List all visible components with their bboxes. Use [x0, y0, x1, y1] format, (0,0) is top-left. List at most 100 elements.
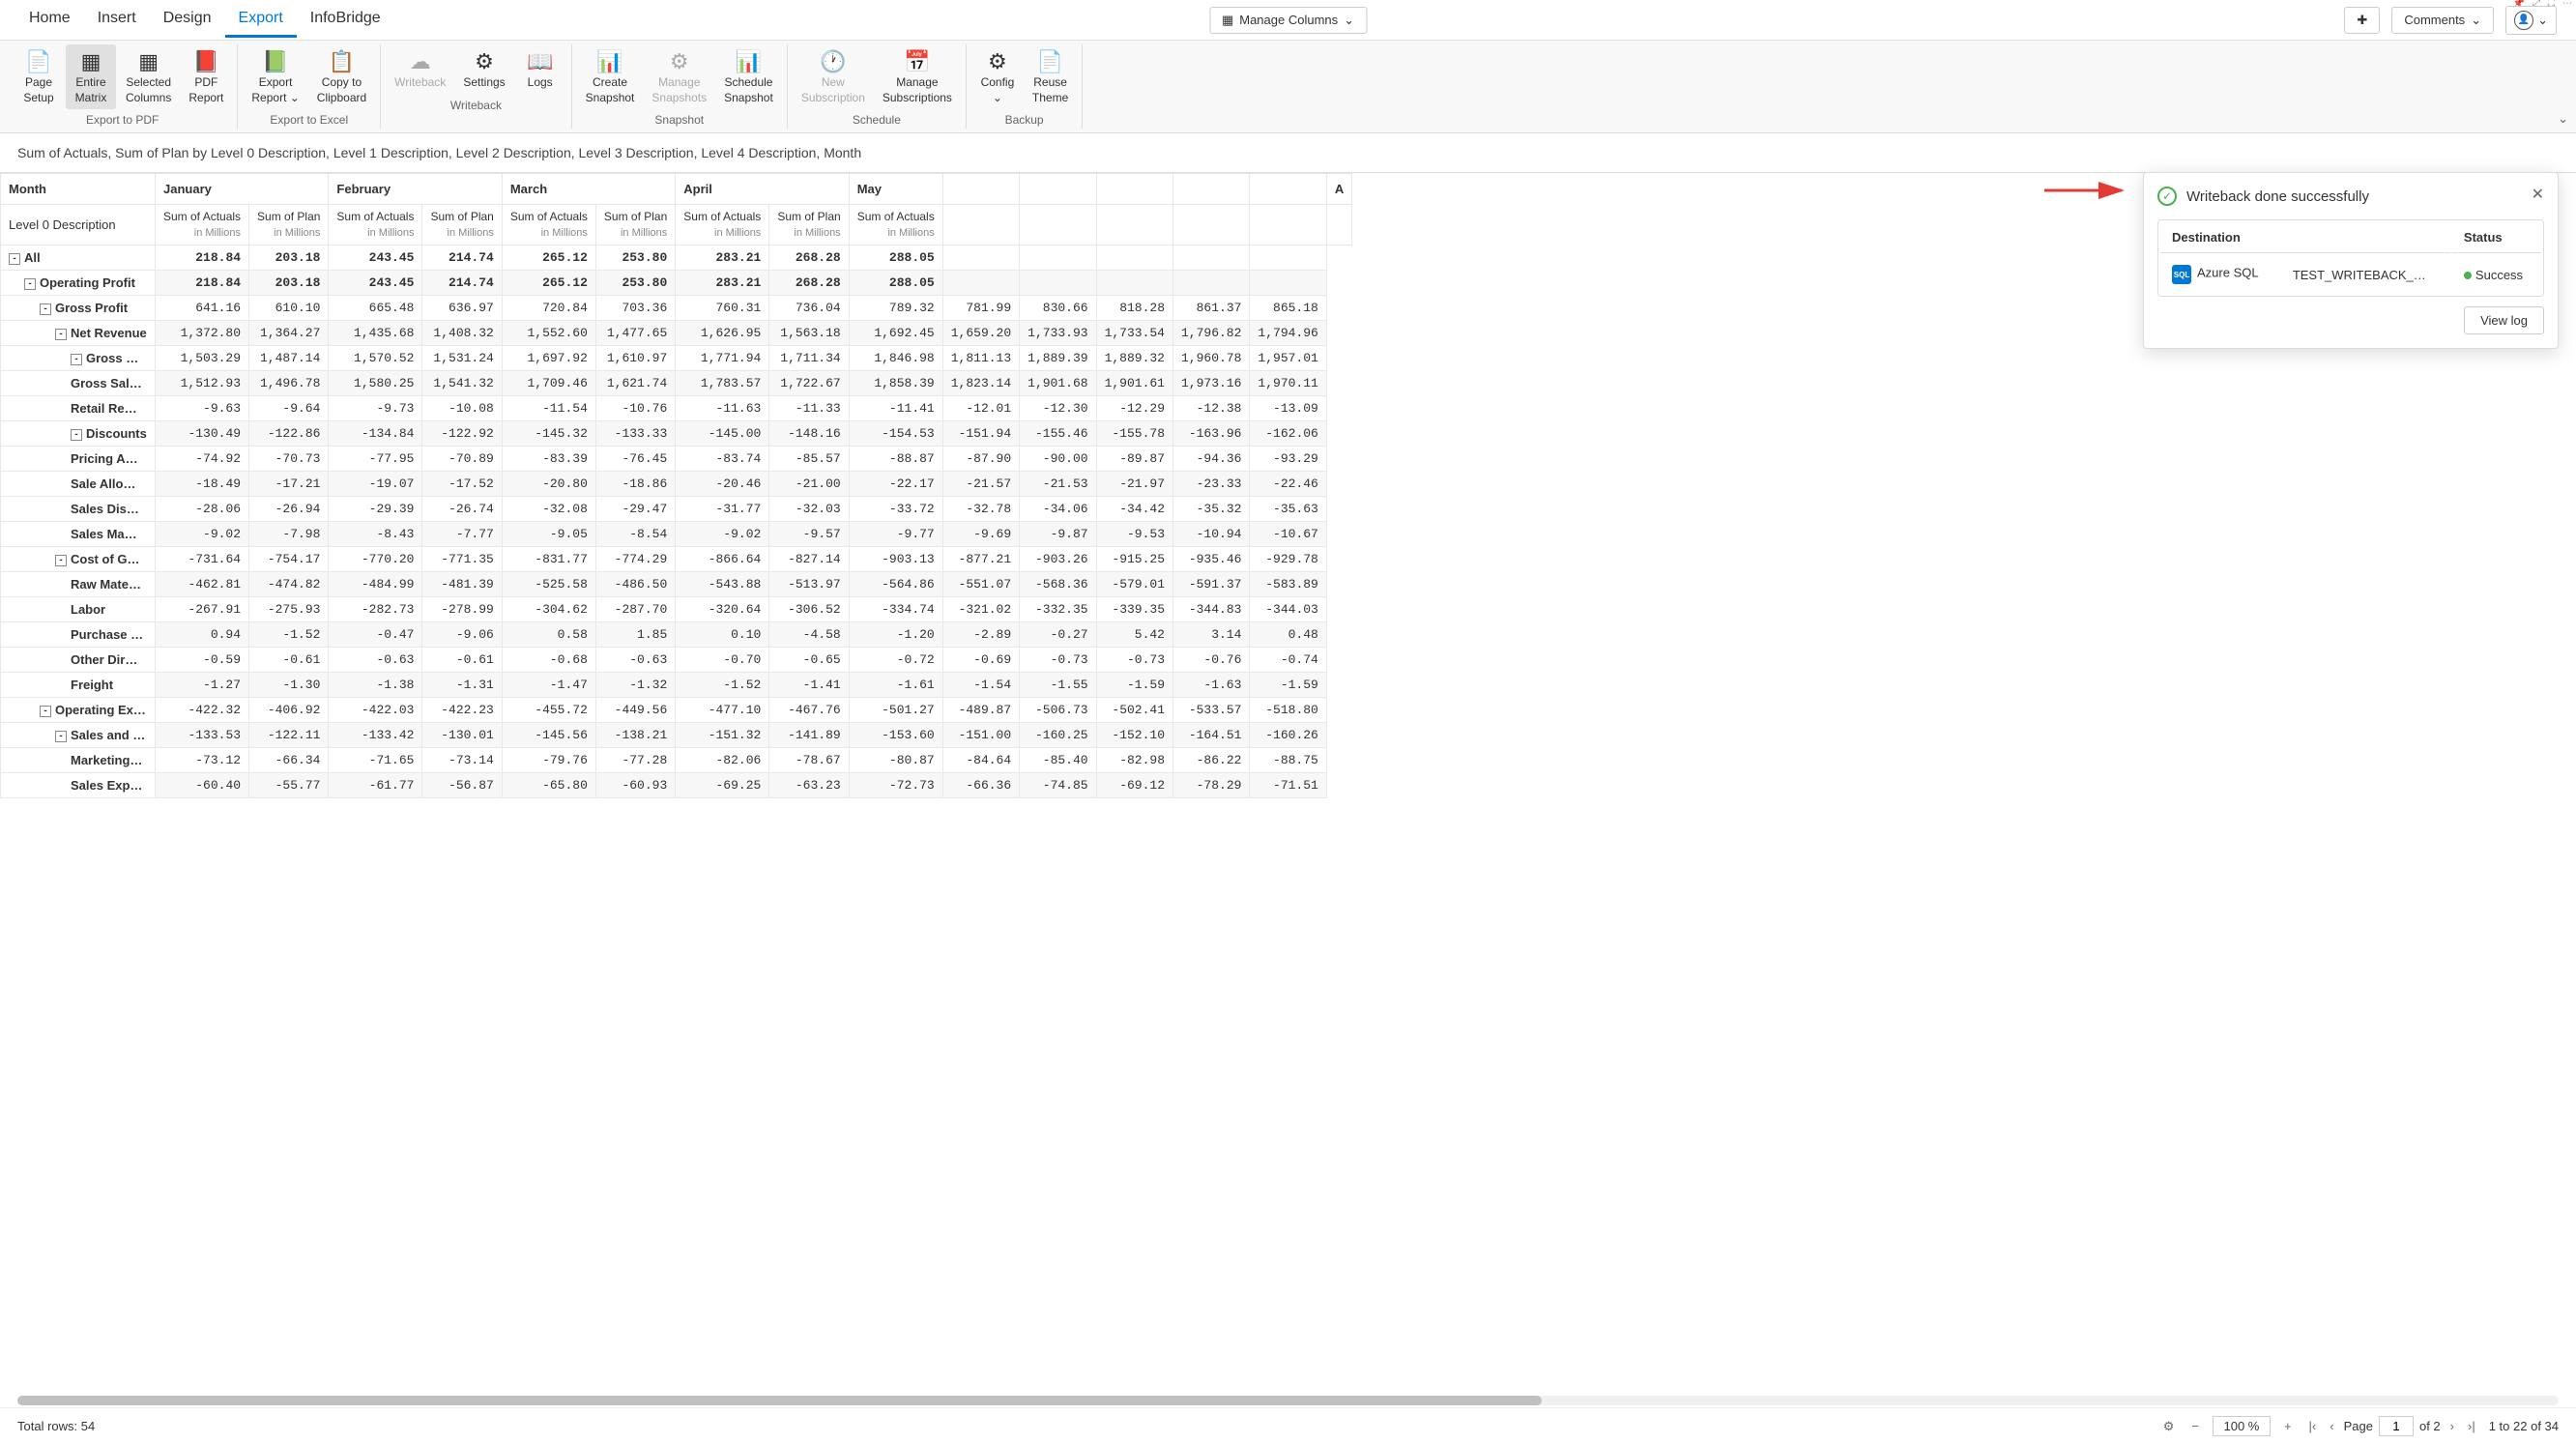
cell[interactable]: -160.25 — [1020, 723, 1096, 748]
cell[interactable]: -17.52 — [422, 472, 502, 497]
close-icon[interactable]: ✕ — [2532, 185, 2544, 204]
cell[interactable]: 1,692.45 — [849, 321, 942, 346]
cell[interactable]: 268.28 — [769, 245, 849, 271]
row-header[interactable]: Sales Ma… — [1, 522, 156, 547]
cell[interactable]: -7.77 — [422, 522, 502, 547]
row-header[interactable]: -Operating Profit — [1, 271, 156, 296]
cell[interactable]: 1,733.93 — [1020, 321, 1096, 346]
month-header-may[interactable]: May — [849, 174, 942, 205]
cell[interactable]: -0.73 — [1096, 648, 1172, 673]
cell[interactable]: -18.49 — [156, 472, 249, 497]
cell[interactable]: -278.99 — [422, 597, 502, 622]
cell[interactable]: -551.07 — [942, 572, 1019, 597]
cell[interactable]: -267.91 — [156, 597, 249, 622]
row-toggle-icon[interactable]: - — [40, 706, 51, 717]
cell[interactable]: -88.87 — [849, 447, 942, 472]
cell[interactable]: -82.98 — [1096, 748, 1172, 773]
cell[interactable]: 665.48 — [329, 296, 422, 321]
table-row[interactable]: -Gross Profit641.16610.10665.48636.97720… — [1, 296, 1352, 321]
row-header[interactable]: -Gross Rev… — [1, 346, 156, 371]
cell[interactable]: -21.00 — [769, 472, 849, 497]
cell[interactable]: -154.53 — [849, 421, 942, 447]
cell[interactable]: -93.29 — [1250, 447, 1326, 472]
cell[interactable]: 1,711.34 — [769, 346, 849, 371]
cell[interactable]: 203.18 — [249, 245, 329, 271]
cell[interactable]: 203.18 — [249, 271, 329, 296]
cell[interactable]: -0.76 — [1173, 648, 1250, 673]
cell[interactable]: 1,733.54 — [1096, 321, 1172, 346]
cell[interactable]: 1,610.97 — [595, 346, 675, 371]
cell[interactable]: -151.94 — [942, 421, 1019, 447]
table-row[interactable]: Sales Exp…-60.40-55.77-61.77-56.87-65.80… — [1, 773, 1352, 798]
cell[interactable]: 1,364.27 — [249, 321, 329, 346]
cell[interactable]: -489.87 — [942, 698, 1019, 723]
table-row[interactable]: Gross Sal…1,512.931,496.781,580.251,541.… — [1, 371, 1352, 396]
table-row[interactable]: Labor-267.91-275.93-282.73-278.99-304.62… — [1, 597, 1352, 622]
cell[interactable]: 1,659.20 — [942, 321, 1019, 346]
cell[interactable]: -11.54 — [502, 396, 595, 421]
cell[interactable]: -827.14 — [769, 547, 849, 572]
reuse-theme-button[interactable]: 📄ReuseTheme — [1025, 44, 1076, 109]
cell[interactable]: -21.57 — [942, 472, 1019, 497]
cell[interactable]: -533.57 — [1173, 698, 1250, 723]
cell[interactable]: 641.16 — [156, 296, 249, 321]
zoom-in-button[interactable]: + — [2280, 1417, 2296, 1435]
cell[interactable]: -133.33 — [595, 421, 675, 447]
cell[interactable]: -422.03 — [329, 698, 422, 723]
cell[interactable]: -33.72 — [849, 497, 942, 522]
month-header-april[interactable]: April — [676, 174, 849, 205]
cell[interactable]: 1,531.24 — [422, 346, 502, 371]
cell[interactable]: 1,570.52 — [329, 346, 422, 371]
cell[interactable]: -71.51 — [1250, 773, 1326, 798]
cell[interactable]: -84.64 — [942, 748, 1019, 773]
cell[interactable]: 288.05 — [849, 271, 942, 296]
month-header-march[interactable]: March — [502, 174, 675, 205]
row-header[interactable]: Pricing A… — [1, 447, 156, 472]
cell[interactable]: -929.78 — [1250, 547, 1326, 572]
cell[interactable]: -11.41 — [849, 396, 942, 421]
table-row[interactable]: Sales Dis…-28.06-26.94-29.39-26.74-32.08… — [1, 497, 1352, 522]
table-row[interactable]: -Operating Ex…-422.32-406.92-422.03-422.… — [1, 698, 1352, 723]
cell[interactable]: -1.41 — [769, 673, 849, 698]
cell[interactable]: -9.02 — [676, 522, 769, 547]
cell[interactable]: 218.84 — [156, 245, 249, 271]
cell[interactable]: -89.87 — [1096, 447, 1172, 472]
cell[interactable]: -145.56 — [502, 723, 595, 748]
month-header-february[interactable]: February — [329, 174, 502, 205]
cell[interactable]: -31.77 — [676, 497, 769, 522]
col-header-actuals[interactable]: Sum of Actualsin Millions — [329, 205, 422, 245]
cell[interactable]: -8.54 — [595, 522, 675, 547]
cell[interactable]: 3.14 — [1173, 622, 1250, 648]
col-header-plan[interactable]: Sum of Planin Millions — [595, 205, 675, 245]
cell[interactable]: -83.74 — [676, 447, 769, 472]
cell[interactable]: -0.70 — [676, 648, 769, 673]
row-header[interactable]: -Operating Ex… — [1, 698, 156, 723]
col-header-actuals[interactable]: Sum of Actualsin Millions — [849, 205, 942, 245]
cell[interactable]: 243.45 — [329, 245, 422, 271]
cell[interactable]: -406.92 — [249, 698, 329, 723]
row-toggle-icon[interactable]: - — [55, 329, 67, 340]
cell[interactable]: -344.03 — [1250, 597, 1326, 622]
manage-subscriptions-button[interactable]: 📅ManageSubscriptions — [875, 44, 960, 109]
cell[interactable]: -506.73 — [1020, 698, 1096, 723]
cell[interactable]: -4.58 — [769, 622, 849, 648]
cell[interactable]: -282.73 — [329, 597, 422, 622]
cell[interactable]: -1.59 — [1096, 673, 1172, 698]
cell[interactable] — [1096, 271, 1172, 296]
view-log-button[interactable]: View log — [2464, 306, 2544, 334]
cell[interactable]: -122.86 — [249, 421, 329, 447]
cell[interactable]: -9.63 — [156, 396, 249, 421]
cell[interactable]: -29.39 — [329, 497, 422, 522]
next-page-button[interactable]: › — [2446, 1417, 2458, 1435]
cell[interactable]: -9.77 — [849, 522, 942, 547]
row-header[interactable]: -Net Revenue — [1, 321, 156, 346]
cell[interactable]: -774.29 — [595, 547, 675, 572]
cell[interactable]: -69.25 — [676, 773, 769, 798]
cell[interactable]: -0.74 — [1250, 648, 1326, 673]
row-header[interactable]: Raw Mate… — [1, 572, 156, 597]
cell[interactable]: -60.93 — [595, 773, 675, 798]
row-header[interactable]: Freight — [1, 673, 156, 698]
cell[interactable]: -13.09 — [1250, 396, 1326, 421]
cell[interactable]: -12.38 — [1173, 396, 1250, 421]
page-input[interactable] — [2379, 1416, 2414, 1436]
